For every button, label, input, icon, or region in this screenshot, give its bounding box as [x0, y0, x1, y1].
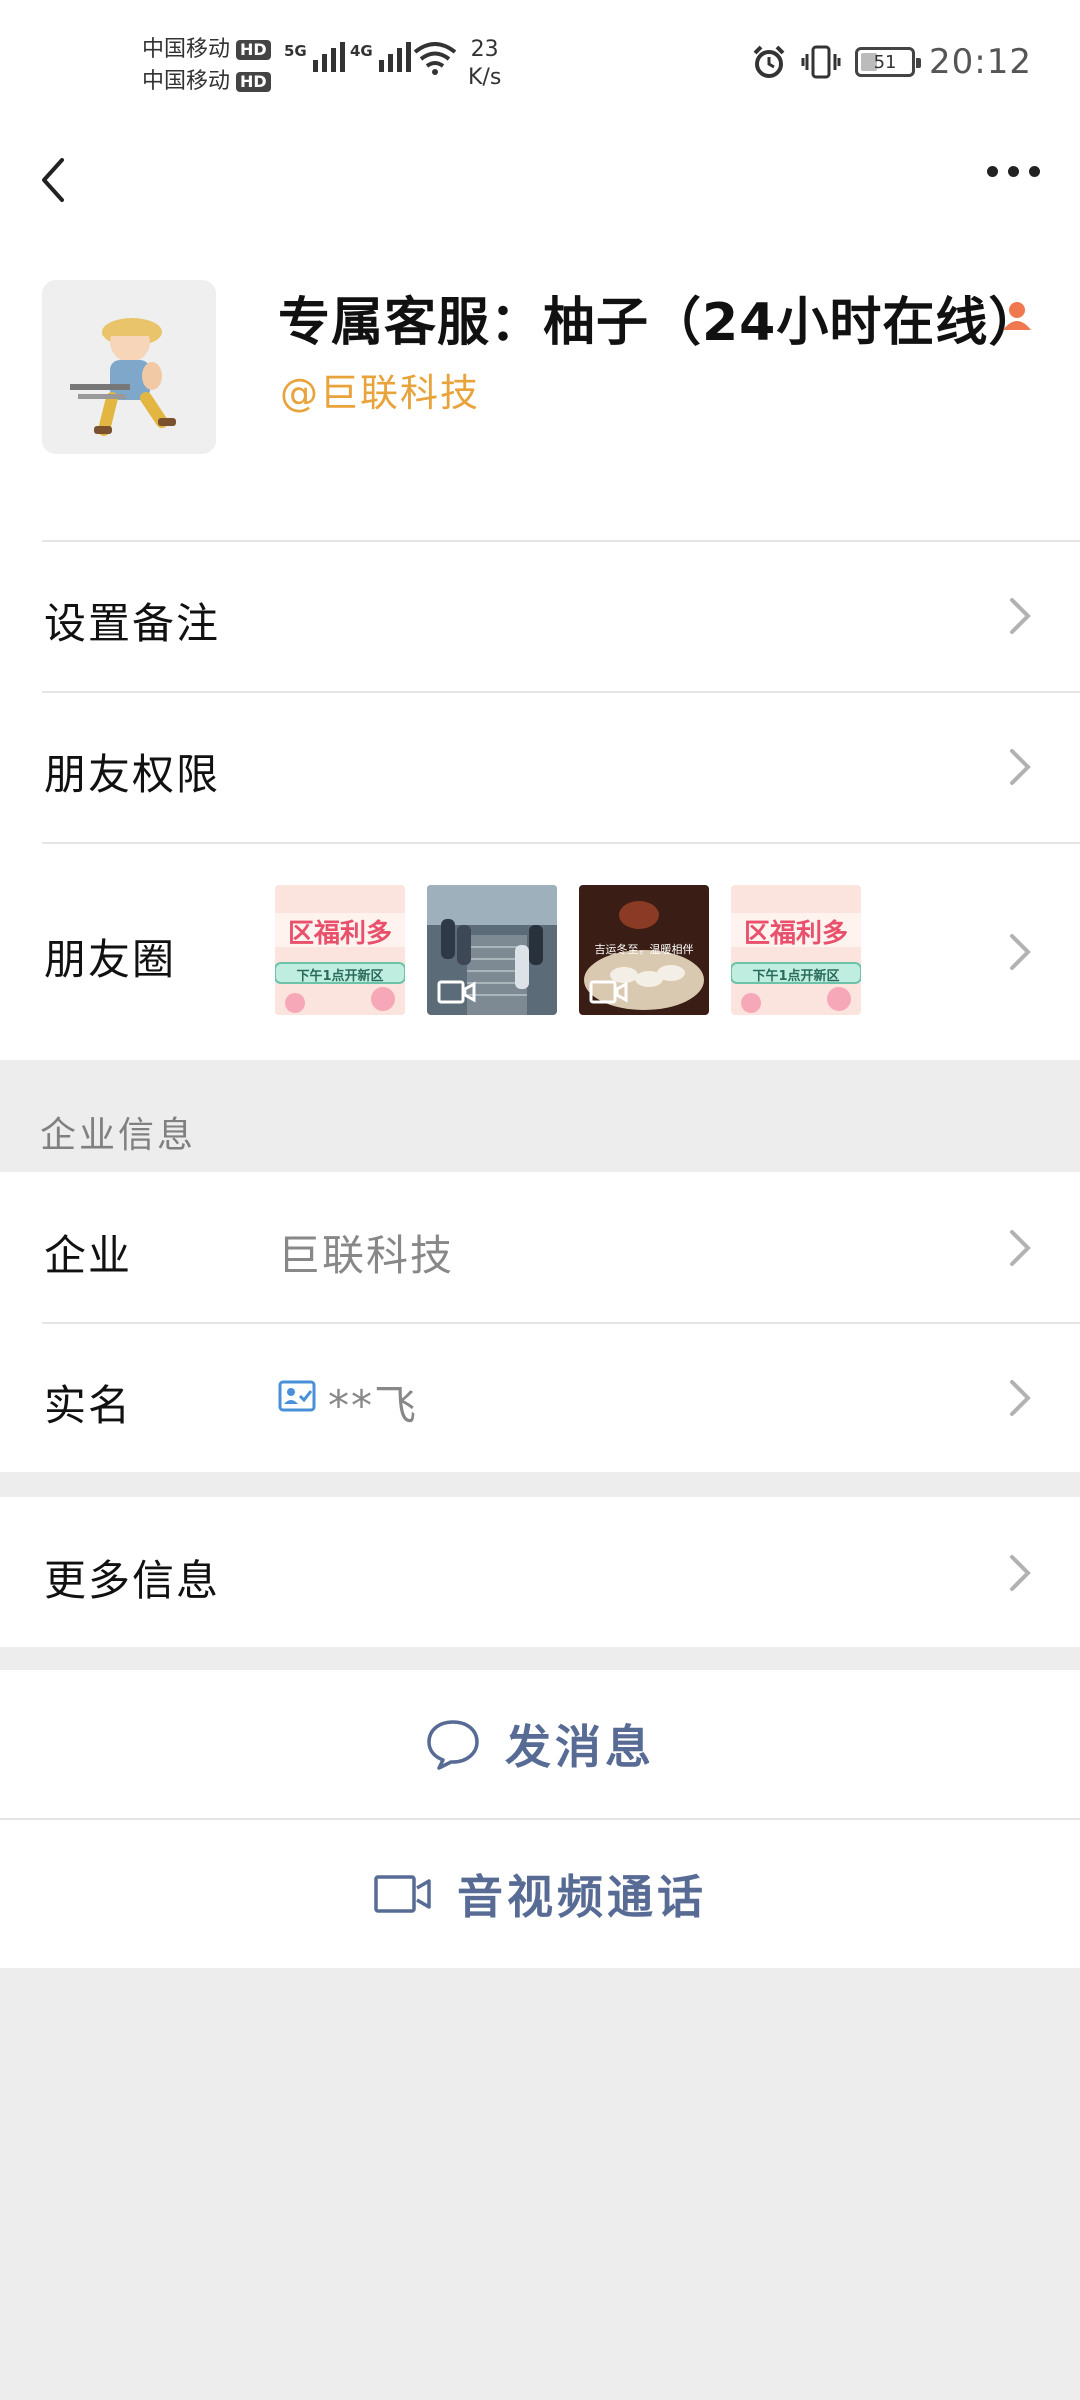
friend-permissions-row[interactable]: 朋友权限: [0, 691, 1080, 842]
moments-thumbnail-1[interactable]: 区福利多 下午1点开新区: [275, 885, 405, 1015]
carrier-1-label: 中国移动: [142, 37, 231, 62]
send-message-button[interactable]: 发消息: [0, 1670, 1080, 1818]
more-options-icon[interactable]: [987, 166, 1040, 177]
chevron-right-icon: [1010, 934, 1031, 970]
chevron-right-icon: [1010, 1555, 1031, 1591]
moments-thumbnail-4[interactable]: 区福利多 下午1点开新区: [731, 885, 861, 1015]
moments-thumbnail-2[interactable]: [427, 885, 557, 1015]
moments-thumbnail-3[interactable]: 吉运冬至，温暖相伴: [579, 885, 709, 1015]
person-icon: [1003, 302, 1031, 330]
set-remark-row[interactable]: 设置备注: [0, 540, 1080, 691]
moments-thumbnail-1-title: 区福利多: [287, 919, 392, 949]
company-value: 巨联科技: [278, 1231, 455, 1280]
id-card-icon: [278, 1380, 316, 1412]
status-bar: 中国移动 HD 中国移动 HD 5G 4G 23 K/s 51 20:12: [0, 0, 1080, 130]
network-speed: 23 K/s: [468, 36, 501, 92]
battery-level: 51: [873, 51, 897, 73]
battery-icon: 51: [855, 47, 922, 77]
signal-4g-icon: 4G: [350, 42, 411, 72]
profile-name: 专属客服：柚子（24小时在线）: [278, 293, 1042, 353]
friend-permissions-label: 朋友权限: [44, 750, 221, 799]
set-remark-label: 设置备注: [44, 599, 221, 648]
alarm-icon: [753, 45, 785, 78]
realname-value: **飞: [328, 1381, 419, 1430]
moments-thumbnail-3-caption: 吉运冬至，温暖相伴: [594, 943, 694, 956]
network-4g-label: 4G: [350, 42, 373, 60]
moments-thumbnail-4-title: 区福利多: [743, 919, 848, 949]
moments-thumbnail-1-subtitle: 下午1点开新区: [296, 969, 384, 984]
enterprise-section-title: 企业信息: [40, 1115, 197, 1156]
vibrate-icon: [801, 45, 841, 79]
network-5g-label: 5G: [284, 42, 307, 60]
company-tag[interactable]: @巨联科技: [280, 362, 480, 417]
avatar[interactable]: [42, 280, 216, 454]
clock-time: 20:12: [929, 42, 1032, 82]
chevron-right-icon: [1010, 749, 1031, 785]
moments-label: 朋友圈: [44, 935, 177, 984]
video-call-icon: [374, 1875, 431, 1913]
moments-thumbnail-4-subtitle: 下午1点开新区: [752, 969, 840, 984]
signal-5g-icon: 5G: [284, 42, 345, 72]
back-arrow-icon[interactable]: [30, 150, 90, 210]
realname-row[interactable]: 实名 **飞: [0, 1322, 1080, 1472]
nav-bar: [0, 130, 1080, 250]
av-call-button[interactable]: 音视频通话: [0, 1818, 1080, 1968]
realname-label: 实名: [44, 1381, 133, 1430]
company-label: 企业: [44, 1231, 133, 1280]
chat-bubble-icon: [427, 1720, 479, 1770]
av-call-label: 音视频通话: [457, 1870, 707, 1924]
chevron-right-icon: [1010, 1230, 1031, 1266]
speed-value: 23: [470, 37, 499, 62]
send-message-label: 发消息: [505, 1720, 655, 1774]
chevron-right-icon: [1010, 1380, 1031, 1416]
speed-unit: K/s: [468, 65, 502, 90]
more-info-row[interactable]: 更多信息: [0, 1497, 1080, 1647]
carrier-info: 中国移动 HD 中国移动 HD: [142, 34, 271, 98]
profile-header: 专属客服：柚子（24小时在线） @巨联科技: [0, 250, 1080, 540]
chevron-right-icon: [1010, 598, 1031, 634]
more-info-label: 更多信息: [44, 1556, 221, 1605]
video-camera-icon: [589, 980, 628, 1004]
hd-badge: HD: [236, 72, 271, 92]
hd-badge: HD: [236, 40, 271, 60]
video-camera-icon: [437, 980, 476, 1004]
carrier-2-label: 中国移动: [142, 69, 231, 94]
moments-row[interactable]: 朋友圈 区福利多 下午1点开新区 吉运冬至，温暖相伴 区福利多 下午1点开新区: [0, 842, 1080, 1060]
wifi-icon: [413, 42, 457, 75]
company-row[interactable]: 企业 巨联科技: [0, 1172, 1080, 1322]
